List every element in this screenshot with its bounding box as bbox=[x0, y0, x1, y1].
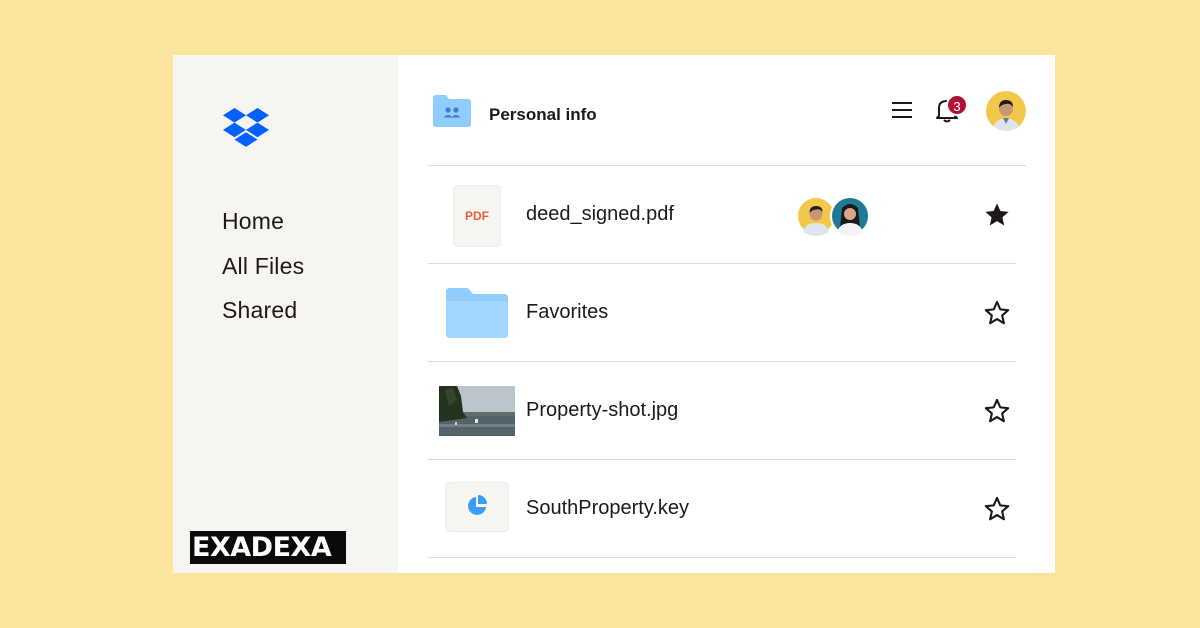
dropbox-logo[interactable] bbox=[223, 108, 269, 148]
file-name: Property-shot.jpg bbox=[526, 399, 679, 421]
pie-chart-icon bbox=[468, 495, 487, 515]
file-name: SouthProperty.key bbox=[526, 497, 690, 519]
image-thumbnail bbox=[439, 386, 515, 436]
file-name: Favorites bbox=[526, 301, 609, 323]
star-filled-icon[interactable] bbox=[983, 201, 1011, 229]
main-panel: Personal info 3 PDF deed_signed.pdf Favo… bbox=[398, 55, 1055, 573]
file-row-favorites[interactable]: Favorites bbox=[428, 264, 1016, 362]
notification-badge: 3 bbox=[946, 94, 968, 116]
app-window: Home All Files Shared EXADEXA Personal i… bbox=[173, 55, 1055, 573]
star-outline-icon[interactable] bbox=[983, 397, 1011, 425]
sidebar-item-shared[interactable]: Shared bbox=[222, 288, 304, 333]
sidebar-item-home[interactable]: Home bbox=[222, 199, 304, 244]
file-row-deed-signed[interactable]: PDF deed_signed.pdf bbox=[428, 166, 1016, 264]
folder-icon bbox=[446, 288, 508, 338]
sidebar-item-all-files[interactable]: All Files bbox=[222, 244, 304, 289]
file-name: deed_signed.pdf bbox=[526, 203, 674, 225]
header: Personal info 3 bbox=[398, 55, 1055, 165]
user-avatar-icon bbox=[986, 91, 1026, 131]
hamburger-icon[interactable] bbox=[890, 98, 914, 122]
sidebar: Home All Files Shared EXADEXA bbox=[173, 55, 398, 573]
page-title: Personal info bbox=[489, 105, 597, 124]
file-row-property-shot[interactable]: Property-shot.jpg bbox=[428, 362, 1016, 460]
shared-members-avatars[interactable] bbox=[796, 196, 876, 236]
avatar[interactable] bbox=[986, 91, 1026, 131]
shared-folder-icon bbox=[433, 95, 471, 127]
keynote-file-icon bbox=[446, 483, 508, 531]
sidebar-nav: Home All Files Shared bbox=[222, 199, 304, 333]
file-row-southproperty[interactable]: SouthProperty.key bbox=[428, 460, 1016, 558]
pdf-type-label: PDF bbox=[465, 209, 489, 223]
star-outline-icon[interactable] bbox=[983, 299, 1011, 327]
pdf-file-icon: PDF bbox=[454, 186, 500, 246]
watermark-logo: EXADEXA bbox=[190, 531, 346, 564]
star-outline-icon[interactable] bbox=[983, 495, 1011, 523]
